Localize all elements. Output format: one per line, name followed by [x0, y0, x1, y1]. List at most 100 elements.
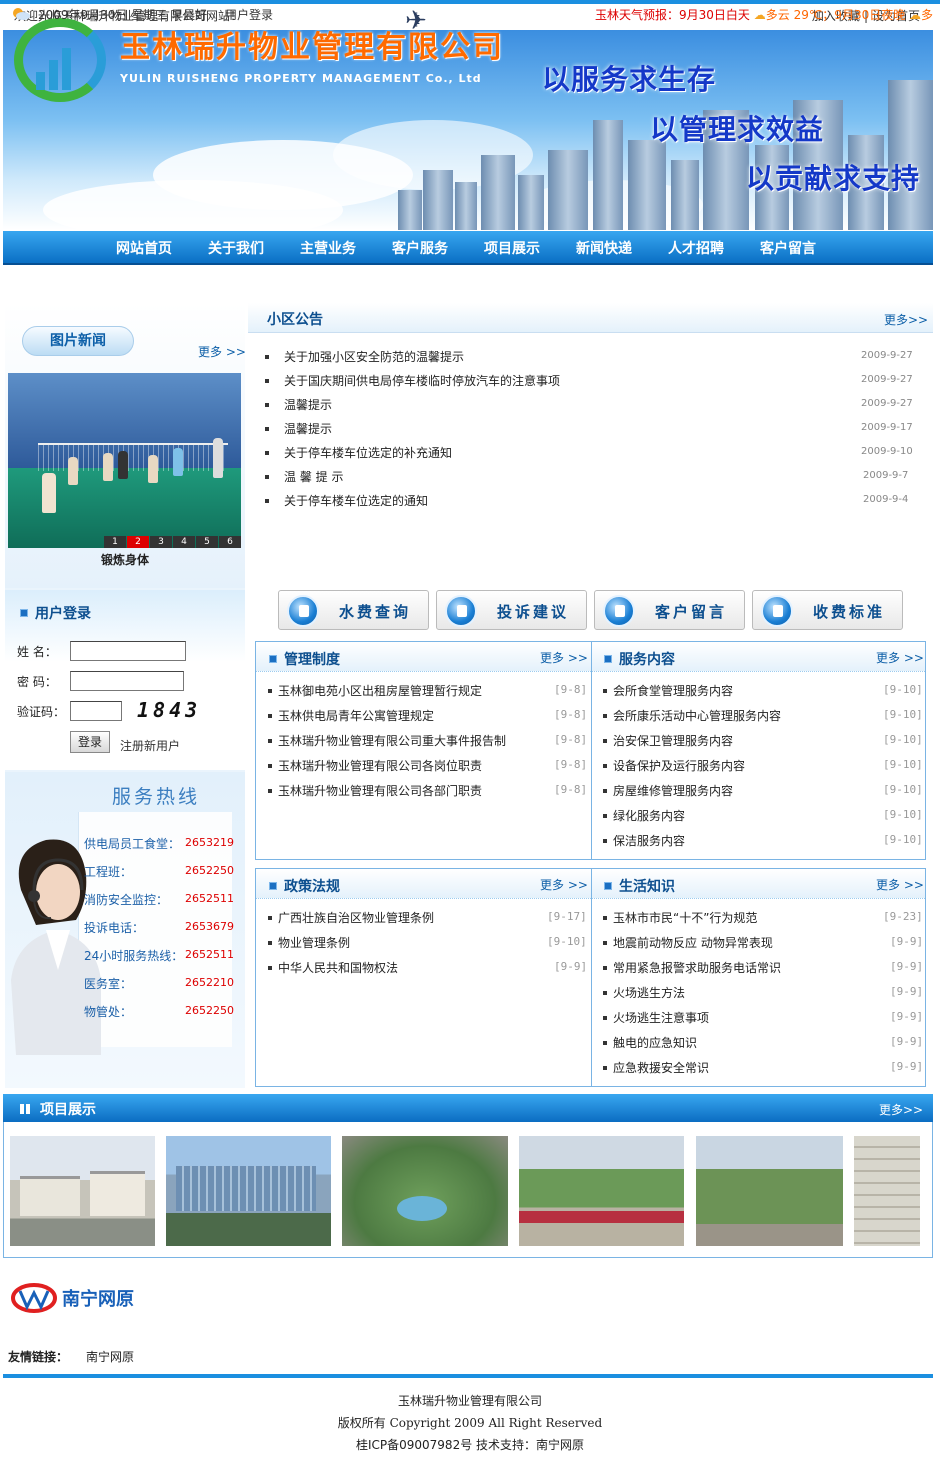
laws-item[interactable]: 物业管理条例: [268, 934, 350, 951]
water-fee-query-button[interactable]: 水费查询: [278, 590, 429, 630]
slogan-2: 以管理求效益: [650, 113, 825, 146]
project-image[interactable]: [10, 1136, 155, 1246]
service-content-title: 服务内容: [604, 649, 675, 669]
notice-item[interactable]: 关于停车楼车位选定的通知: [265, 492, 428, 509]
nav-messages[interactable]: 客户留言: [760, 238, 852, 258]
project-image[interactable]: [696, 1136, 843, 1246]
hotline-item: 工程班：: [84, 865, 133, 879]
photo-pager: 1 2 3 4 5 6: [104, 536, 242, 548]
slogan-3: 以贡献求支持: [746, 162, 921, 195]
service-content-item[interactable]: 房屋维修管理服务内容: [603, 782, 733, 799]
hotline-phone: 2653679: [185, 920, 234, 933]
user-login-link[interactable]: 用户登录: [225, 6, 273, 23]
hotline-title: 服务热线: [112, 786, 201, 808]
register-link[interactable]: 注册新用户: [120, 737, 180, 754]
document-icon: [761, 595, 793, 627]
service-content-more-link[interactable]: 更多 >>: [876, 649, 924, 666]
rules-item[interactable]: 玉林瑞升物业管理有限公司各部门职责: [268, 782, 482, 799]
friend-link[interactable]: 南宁网原: [86, 1348, 134, 1365]
nav-home[interactable]: 网站首页: [116, 238, 208, 258]
nav-about[interactable]: 关于我们: [208, 238, 300, 258]
project-image[interactable]: [854, 1136, 920, 1246]
life-knowledge-item[interactable]: 常用紧急报警求助服务电话常识: [603, 959, 781, 976]
life-knowledge-item[interactable]: 触电的应急知识: [603, 1034, 697, 1051]
life-knowledge-item[interactable]: 玉林市市民“十不”行为规范: [603, 909, 757, 926]
notice-item[interactable]: 关于加强小区安全防范的温馨提示: [265, 348, 464, 365]
notice-date: 2009-9-10: [861, 446, 913, 457]
password-input[interactable]: [70, 671, 184, 691]
photo-page-2[interactable]: 2: [127, 536, 149, 548]
username-input[interactable]: [70, 641, 186, 661]
footer-company: 玉林瑞升物业管理有限公司: [397, 1394, 542, 1408]
service-content-date: [9-10]: [883, 783, 923, 796]
laws-item[interactable]: 中华人民共和国物权法: [268, 959, 398, 976]
photo-news-more-link[interactable]: 更多 >>: [198, 343, 246, 360]
notice-date: 2009-9-17: [861, 422, 913, 433]
partner-logo[interactable]: 南宁网原: [10, 1281, 155, 1315]
laws-more-link[interactable]: 更多 >>: [540, 876, 588, 893]
notice-item[interactable]: 关于国庆期间供电局停车楼临时停放汽车的注意事项: [265, 372, 560, 389]
nav-news[interactable]: 新闻快递: [576, 238, 668, 258]
envelope-icon: [445, 595, 477, 627]
hotline-item: 医务室：: [84, 977, 133, 991]
weather-day: 9月30日白天: [679, 8, 750, 22]
life-knowledge-more-link[interactable]: 更多 >>: [876, 876, 924, 893]
service-content-date: [9-10]: [883, 833, 923, 846]
weather-more: 多: [921, 8, 934, 22]
life-knowledge-box: [591, 868, 926, 1087]
rules-item[interactable]: 玉林供电局青年公寓管理规定: [268, 707, 434, 724]
projects-title: 项目展示: [20, 1099, 96, 1119]
notice-date: 2009-9-27: [861, 398, 913, 409]
notice-item[interactable]: 温馨提示: [265, 396, 332, 413]
hotline-item: 供电局员工食堂：: [84, 837, 181, 851]
notice-item[interactable]: 温馨提示: [265, 420, 332, 437]
photo-news-image[interactable]: [8, 373, 241, 548]
nav-business[interactable]: 主营业务: [300, 238, 392, 258]
rules-date: [9-8]: [554, 708, 588, 721]
service-content-item[interactable]: 会所食堂管理服务内容: [603, 682, 733, 699]
notice-more-link[interactable]: 更多>>: [884, 311, 928, 328]
captcha-image: 1843: [137, 698, 202, 722]
customer-message-button[interactable]: 客户留言: [594, 590, 745, 630]
photo-caption: 锻炼身体: [100, 553, 149, 567]
captcha-input[interactable]: [70, 701, 122, 721]
notice-item[interactable]: 温 馨 提 示: [265, 468, 343, 485]
project-image[interactable]: [519, 1136, 684, 1246]
captcha-label: 验证码：: [17, 705, 66, 719]
rules-item[interactable]: 玉林瑞升物业管理有限公司重大事件报告制: [268, 732, 506, 749]
notice-item[interactable]: 关于停车楼车位选定的补充通知: [265, 444, 452, 461]
complaint-button[interactable]: 投诉建议: [436, 590, 587, 630]
service-content-item[interactable]: 绿化服务内容: [603, 807, 685, 824]
life-knowledge-item[interactable]: 火场逃生方法: [603, 984, 685, 1001]
rules-date: [9-8]: [554, 683, 588, 696]
project-image[interactable]: [166, 1136, 331, 1246]
life-knowledge-date: [9-9]: [890, 1060, 924, 1073]
photo-page-1[interactable]: 1: [104, 536, 126, 548]
service-content-item[interactable]: 会所康乐活动中心管理服务内容: [603, 707, 781, 724]
rules-item[interactable]: 玉林瑞升物业管理有限公司各岗位职责: [268, 757, 482, 774]
photo-page-6[interactable]: 6: [219, 536, 241, 548]
laws-item[interactable]: 广西壮族自治区物业管理条例: [268, 909, 434, 926]
nav-customer-service[interactable]: 客户服务: [392, 238, 484, 258]
service-content-item[interactable]: 设备保护及运行服务内容: [603, 757, 745, 774]
life-knowledge-item[interactable]: 地震前动物反应 动物异常表现: [603, 934, 773, 951]
login-button[interactable]: 登录: [70, 731, 110, 753]
rules-item[interactable]: 玉林御电苑小区出租房屋管理暂行规定: [268, 682, 482, 699]
nav-projects[interactable]: 项目展示: [484, 238, 576, 258]
project-image[interactable]: [342, 1136, 508, 1246]
hotline-item: 投诉电话：: [84, 921, 145, 935]
laws-box: [255, 868, 592, 1087]
current-date: 2009年9月30日 星期三 早晨好: [38, 8, 208, 22]
nav-jobs[interactable]: 人才招聘: [668, 238, 760, 258]
service-content-item[interactable]: 治安保卫管理服务内容: [603, 732, 733, 749]
life-knowledge-item[interactable]: 火场逃生注意事项: [603, 1009, 709, 1026]
projects-more-link[interactable]: 更多>>: [879, 1101, 923, 1118]
rules-more-link[interactable]: 更多 >>: [540, 649, 588, 666]
rules-date: [9-8]: [554, 733, 588, 746]
photo-page-5[interactable]: 5: [196, 536, 218, 548]
photo-page-4[interactable]: 4: [173, 536, 195, 548]
photo-page-3[interactable]: 3: [150, 536, 172, 548]
fee-standard-button[interactable]: 收费标准: [752, 590, 903, 630]
life-knowledge-item[interactable]: 应急救援安全常识: [603, 1059, 709, 1076]
service-content-item[interactable]: 保洁服务内容: [603, 832, 685, 849]
